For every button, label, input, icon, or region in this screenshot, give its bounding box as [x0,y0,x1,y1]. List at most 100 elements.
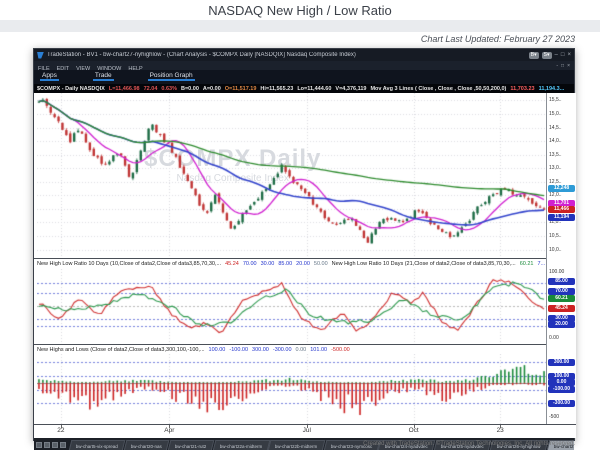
caret-down-icon: ▾ [547,52,550,58]
highs-lows-panel [34,354,546,424]
last-updated-text: Chart Last Updated: February 27 2023 [421,34,575,44]
symbol-info-value: 11,194.3... [539,86,565,92]
toolbar-tab-position-graph[interactable]: Position Graph [148,71,195,81]
symbol-info-value: L=11,466.98 [109,86,140,92]
symbol-info-value: 72.04 [144,86,158,92]
taskbar-app-icon[interactable] [36,442,42,448]
sell-button[interactable]: S▾ [542,52,552,59]
indicator-label-segment: 70.00 [243,261,257,267]
footer-credit: Created with TradeStation. ©TradeStation… [363,441,575,447]
symbol-info-value: 11,703.23 [510,86,534,92]
titlebar-controls: B▾ S▾ – □ × [529,52,571,59]
time-axis[interactable]: 22AprJulOct23 [34,424,576,438]
price-axis-label: 14,5.. [549,125,562,131]
price-axis-label: 10,0.. [549,247,562,253]
price-axis-label: 13,5.. [549,152,562,158]
price-chart-canvas[interactable] [37,93,546,258]
indicator-label-segment: 85.00 [278,261,292,267]
price-axis-label: 14,0.. [549,138,562,144]
price-axis[interactable]: 15,5.. 15,0.. 14,5.. 14,0.. 13,5.. 13,0.. 12,5… [546,93,576,424]
ratio-badge: 20.00 [548,321,575,328]
tradestation-window: TradeStation - BV1 - bw-chart27-nyhighlo… [33,48,575,441]
indicator-label-segment: -500.00 [331,347,350,353]
indicator-label-row-ratio: New High Low Ratio 10 Days (10,Close of … [34,258,576,268]
price-badge: 11,194 [548,214,575,221]
taskbar-app-icon[interactable] [60,442,66,448]
highs-lows-badge: 300.00 [548,359,575,366]
page-title: NASDAQ New High / Low Ratio [0,3,600,18]
taskbar-tab-bw-chart22b-midterm[interactable]: bw-chart22b-midterm [268,440,325,450]
symbol-info-value: Mov Avg 3 Lines ( Close , Close , Close … [370,86,506,92]
indicator-label-segment: 101.00 [310,347,327,353]
divider-band [0,20,600,32]
ratio-badge: 85.00 [548,278,575,285]
taskbar-tab-label: bw-chart22b-midterm [275,441,318,450]
symbol-info-value: 0.63% [161,86,177,92]
indicator-label-segment: 50.00 [314,261,328,267]
taskbar-tab-bw-chart5-vix-spread[interactable]: bw-chart5-vix-spread [69,440,126,450]
taskbar-icons [36,442,66,448]
ratio-badge: 45.24 [548,305,575,312]
price-axis-label: 12,0.. [549,192,562,198]
mdi-window-controls: -□× [556,63,570,69]
minimize-button[interactable]: – [555,52,558,58]
price-badge: 12,248 [548,185,575,192]
indicator-label-segment: New High Low Ratio 10 Days (10,Close of … [37,261,221,267]
toolbar: Apps Trade Position Graph [34,70,574,84]
toolbar-tab-apps[interactable]: Apps [40,71,59,81]
indicator-label-segment: New High Low Ratio 10 Days (21,Close of … [332,261,516,267]
symbol-info-value: Hi=11,565.23 [260,86,293,92]
toolbar-tab-trade[interactable]: Trade [93,71,114,81]
price-axis-label: 12,5.. [549,179,562,185]
ratio-axis-label: 100.00 [549,269,564,275]
mdi-restore-button[interactable]: □ [561,63,564,69]
mdi-close-button[interactable]: × [567,63,570,69]
taskbar-tab-label: bw-chart5-vix-spread [76,441,118,450]
highs-lows-axis-label: -500 [549,414,559,420]
time-tick-label: 23 [497,427,504,434]
symbol-info-value: O=11,517.19 [225,86,257,92]
indicator-label-segment: 0.00 [296,347,307,353]
ratio-chart-canvas[interactable] [37,269,546,344]
taskbar-tab-bw-chart20-nas[interactable]: bw-chart20-nas [124,440,170,450]
symbol-info-value: B=0.00 [181,86,199,92]
taskbar-app-icon[interactable] [44,442,50,448]
indicator-label-segment: 100.00 [209,347,226,353]
price-badge: 11,466 [548,206,575,213]
price-axis-label: 15,5.. [549,97,562,103]
time-tick-label: 22 [57,427,64,434]
buy-button[interactable]: B▾ [529,52,539,59]
mdi-minimize-button[interactable]: - [556,63,558,69]
ratio-badge: 60.21 [548,295,575,302]
taskbar-tab-label: bw-chart20-nas [131,441,162,450]
indicator-label-segment: -100.00 [229,347,248,353]
time-tick-label: Oct [409,427,419,434]
symbol-info-value: A=0.00 [203,86,221,92]
price-panel: $COMPX Daily Nasdaq Composite Index [34,93,546,258]
caret-down-icon: ▾ [534,52,537,58]
highs-lows-chart-canvas[interactable] [37,354,546,424]
close-button[interactable]: × [567,52,571,58]
time-tick-label: Apr [164,427,174,434]
indicator-label-segment: 20.00 [296,261,310,267]
ratio-axis-label: 0.00 [549,335,559,341]
symbol-info-value: Lo=11,444.60 [297,86,331,92]
ratio-panel [34,268,546,344]
indicator-label-segment: 45.24 [225,261,239,267]
indicator-label-segment: New Highs and Lows (Close of data2,Close… [37,347,205,353]
indicator-label-segment: 60.21 [520,261,534,267]
taskbar-tab-bw-chart21-rut2[interactable]: bw-chart21-rut2 [168,440,214,450]
indicator-label-row-highslows: New Highs and Lows (Close of data2,Close… [34,344,576,354]
price-axis-label: 15,0.. [549,111,562,117]
taskbar-tab-bw-chart22a-midterm[interactable]: bw-chart22a-midterm [212,440,269,450]
indicator-label-segment: 300.00 [252,347,269,353]
chart-area: $COMPX Daily Nasdaq Composite Index New … [34,93,574,438]
taskbar-app-icon[interactable] [52,442,58,448]
highs-lows-badge: -100.00 [548,386,575,393]
price-axis-label: 13,0.. [549,165,562,171]
menu-bar: FILEEDITVIEWWINDOWHELP -□× [34,61,574,70]
symbol-info-bar: $COMPX - Daily NASDQIXL=11,466.9872.040.… [34,84,574,93]
page: NASDAQ New High / Low Ratio Chart Last U… [0,0,600,450]
taskbar-tab-label: bw-chart21-rut2 [175,441,207,450]
restore-button[interactable]: □ [561,52,565,58]
